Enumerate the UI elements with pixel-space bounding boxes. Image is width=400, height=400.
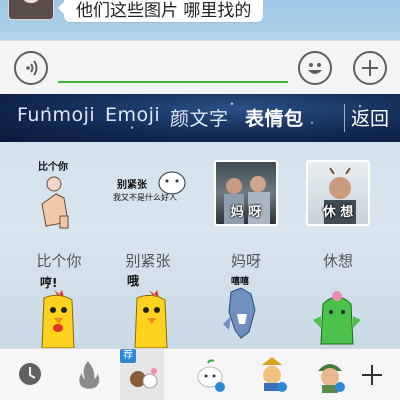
sticker-item[interactable]: 哼!: [14, 270, 104, 350]
message-bubble[interactable]: 他们这些图片 哪里找的: [57, 0, 264, 22]
plus-icon: [362, 365, 382, 385]
more-button[interactable]: [353, 51, 387, 85]
sticker-item[interactable]: 比个你 比个你: [14, 158, 104, 270]
chat-area: 他们这些图片 哪里找的: [0, 0, 400, 40]
sticker-panel: Funmoji Emoji 颜文字 表情包 返回 比个你 比个你 别紧张 我又不…: [0, 94, 400, 400]
character-sticker-pack-icon: [262, 357, 287, 392]
chicken-icon: [134, 290, 168, 348]
cat-face-icon: [158, 171, 186, 195]
photo-sticker: 妈 呀: [214, 160, 278, 226]
bun-sticker-pack-icon: [197, 359, 225, 392]
voice-button[interactable]: [14, 51, 48, 85]
soldier-sticker-pack-icon: [318, 364, 345, 393]
sticker-caption: 休 想: [322, 205, 354, 220]
sticker-image: 休 想: [303, 158, 373, 230]
fire-icon: [79, 361, 100, 389]
sticker-caption: 别紧张: [117, 180, 147, 191]
sticker-label: 妈呀: [230, 252, 261, 270]
sticker-item[interactable]: [293, 270, 383, 350]
sticker-item[interactable]: 哦: [103, 270, 193, 350]
sticker-pack-tab[interactable]: [188, 349, 232, 400]
sticker-image: 哼!: [24, 270, 94, 348]
shark-icon: [223, 287, 256, 339]
sticker-label: 比个你: [36, 252, 82, 270]
photo-sticker: 休 想: [306, 160, 370, 226]
bear-sticker-pack-icon: [130, 368, 158, 389]
emoji-face-icon: [308, 63, 322, 74]
sticker-image: 哦: [113, 270, 183, 348]
sticker-image: [303, 270, 373, 348]
message-input[interactable]: [58, 59, 288, 83]
sticker-item[interactable]: 嘻嘻: [201, 270, 291, 350]
hot-stickers-tab[interactable]: [66, 349, 110, 400]
sticker-image: 嘻嘻: [211, 270, 281, 348]
sticker-caption: 哦: [127, 274, 140, 288]
tab-emoji[interactable]: Emoji: [105, 104, 160, 132]
sticker-image: 比个你: [24, 158, 94, 230]
plus-icon: [362, 60, 378, 76]
tab-funmoji[interactable]: Funmoji: [17, 104, 95, 132]
avatar[interactable]: [8, 0, 54, 20]
voice-icon: [26, 60, 38, 76]
thumbs-hand-icon: [41, 176, 69, 229]
clock-icon: [19, 363, 41, 385]
recent-stickers-tab[interactable]: [8, 349, 52, 400]
sticker-item[interactable]: 休 想 休想: [293, 158, 383, 270]
sticker-image: 别紧张 我又不是什么好人: [113, 158, 186, 230]
sticker-pack-bar: 荐: [0, 348, 400, 400]
chicken-icon: [41, 290, 75, 348]
input-bar: [0, 40, 400, 94]
sticker-label: 别紧张: [125, 252, 171, 270]
sticker-item[interactable]: 别紧张 我又不是什么好人 别紧张: [103, 158, 193, 270]
sticker-pack-tab[interactable]: [250, 349, 294, 400]
back-button[interactable]: 返回: [351, 104, 389, 132]
tab-kaomoji[interactable]: 颜文字: [170, 104, 229, 132]
sticker-item[interactable]: 妈 呀 妈呀: [201, 158, 291, 270]
emoji-button[interactable]: [298, 51, 332, 85]
cactus-icon: [313, 291, 361, 345]
category-tab-bar: Funmoji Emoji 颜文字 表情包 返回: [0, 94, 400, 142]
sticker-caption: 比个你: [38, 162, 68, 173]
add-sticker-pack-button[interactable]: [350, 349, 394, 400]
tab-divider: [344, 104, 345, 132]
sticker-pack-tab[interactable]: 荐: [120, 349, 164, 400]
sticker-label: 休想: [322, 252, 353, 270]
sticker-grid: 比个你 比个你 别紧张 我又不是什么好人 别紧张 妈 呀 妈呀 休 想 休想 哼…: [0, 142, 400, 348]
sticker-caption: 妈 呀: [230, 205, 262, 220]
sticker-pack-tab[interactable]: [308, 349, 352, 400]
sticker-image: 妈 呀: [211, 158, 281, 230]
tab-stickers[interactable]: 表情包: [245, 104, 304, 132]
